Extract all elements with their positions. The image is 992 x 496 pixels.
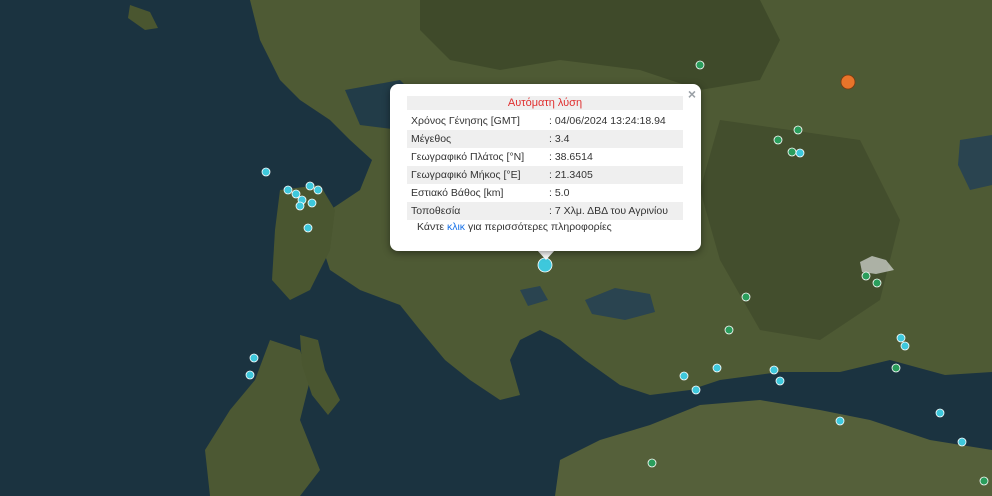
row-value: : 04/06/2024 13:24:18.94 xyxy=(549,115,666,127)
earthquake-marker[interactable] xyxy=(249,353,259,363)
row-value: : 3.4 xyxy=(545,130,683,148)
earthquake-details-table: Χρόνος Γένησης [GMT] : 04/06/2024 13:24:1… xyxy=(407,112,683,220)
earthquake-marker[interactable] xyxy=(724,325,734,335)
earthquake-marker[interactable] xyxy=(295,201,305,211)
popup-title: Αυτόματη λύση xyxy=(407,96,683,110)
more-info-link[interactable]: κλικ xyxy=(447,221,465,233)
row-label: Τοποθεσία xyxy=(407,202,545,220)
earthquake-marker[interactable] xyxy=(245,370,255,380)
earthquake-marker[interactable] xyxy=(537,257,553,273)
earthquake-marker[interactable] xyxy=(957,437,967,447)
earthquake-marker[interactable] xyxy=(935,408,945,418)
table-row: Χρόνος Γένησης [GMT] : 04/06/2024 13:24:1… xyxy=(407,112,683,130)
row-label: Γεωγραφικό Πλάτος [°N] xyxy=(411,151,525,163)
row-label: Γεωγραφικό Μήκος [°E] xyxy=(407,166,545,184)
more-prefix: Κάντε xyxy=(417,221,447,233)
row-label: Εστιακό Βάθος [km] xyxy=(411,187,504,199)
more-info-text: Κάντε κλικ για περισσότερες πληροφορίες xyxy=(417,221,612,233)
earthquake-marker[interactable] xyxy=(872,278,882,288)
row-label: Χρόνος Γένησης [GMT] xyxy=(411,115,520,127)
earthquake-marker[interactable] xyxy=(712,363,722,373)
earthquake-marker[interactable] xyxy=(795,148,805,158)
earthquake-marker[interactable] xyxy=(695,60,705,70)
earthquake-marker[interactable] xyxy=(307,198,317,208)
earthquake-marker[interactable] xyxy=(773,135,783,145)
earthquake-marker[interactable] xyxy=(303,223,313,233)
earthquake-marker[interactable] xyxy=(691,385,701,395)
earthquake-marker[interactable] xyxy=(291,189,301,199)
earthquake-marker[interactable] xyxy=(261,167,271,177)
row-label: Μέγεθος xyxy=(407,130,545,148)
table-row: Τοποθεσία: 7 Χλμ. ΔΒΔ του Αγρινίου xyxy=(407,202,683,220)
table-row: Γεωγραφικό Μήκος [°E]: 21.3405 xyxy=(407,166,683,184)
earthquake-marker[interactable] xyxy=(900,341,910,351)
earthquake-marker[interactable] xyxy=(861,271,871,281)
earthquake-marker[interactable] xyxy=(896,333,906,343)
earthquake-marker[interactable] xyxy=(741,292,751,302)
more-suffix: για περισσότερες πληροφορίες xyxy=(465,221,612,233)
earthquake-info-popup: × Αυτόματη λύση Χρόνος Γένησης [GMT] : 04… xyxy=(390,84,701,251)
row-value: : 21.3405 xyxy=(545,166,683,184)
earthquake-marker[interactable] xyxy=(979,476,989,486)
row-value: : 5.0 xyxy=(549,187,570,199)
earthquake-marker[interactable] xyxy=(283,185,293,195)
table-row: Εστιακό Βάθος [km] : 5.0 xyxy=(407,184,683,202)
earthquake-marker[interactable] xyxy=(305,181,315,191)
earthquake-marker[interactable] xyxy=(787,147,797,157)
earthquake-marker[interactable] xyxy=(835,416,845,426)
earthquake-marker[interactable] xyxy=(679,371,689,381)
earthquake-marker[interactable] xyxy=(891,363,901,373)
row-value: : 7 Χλμ. ΔΒΔ του Αγρινίου xyxy=(545,202,683,220)
earthquake-marker[interactable] xyxy=(647,458,657,468)
earthquake-marker[interactable] xyxy=(769,365,779,375)
earthquake-marker[interactable] xyxy=(793,125,803,135)
earthquake-marker-large[interactable] xyxy=(840,74,856,90)
table-row: Γεωγραφικό Πλάτος [°N] : 38.6514 xyxy=(407,148,683,166)
row-value: : 38.6514 xyxy=(549,151,593,163)
table-row: Μέγεθος: 3.4 xyxy=(407,130,683,148)
earthquake-marker[interactable] xyxy=(775,376,785,386)
popup-pointer xyxy=(537,250,555,260)
close-icon[interactable]: × xyxy=(688,86,696,102)
earthquake-marker[interactable] xyxy=(313,185,323,195)
